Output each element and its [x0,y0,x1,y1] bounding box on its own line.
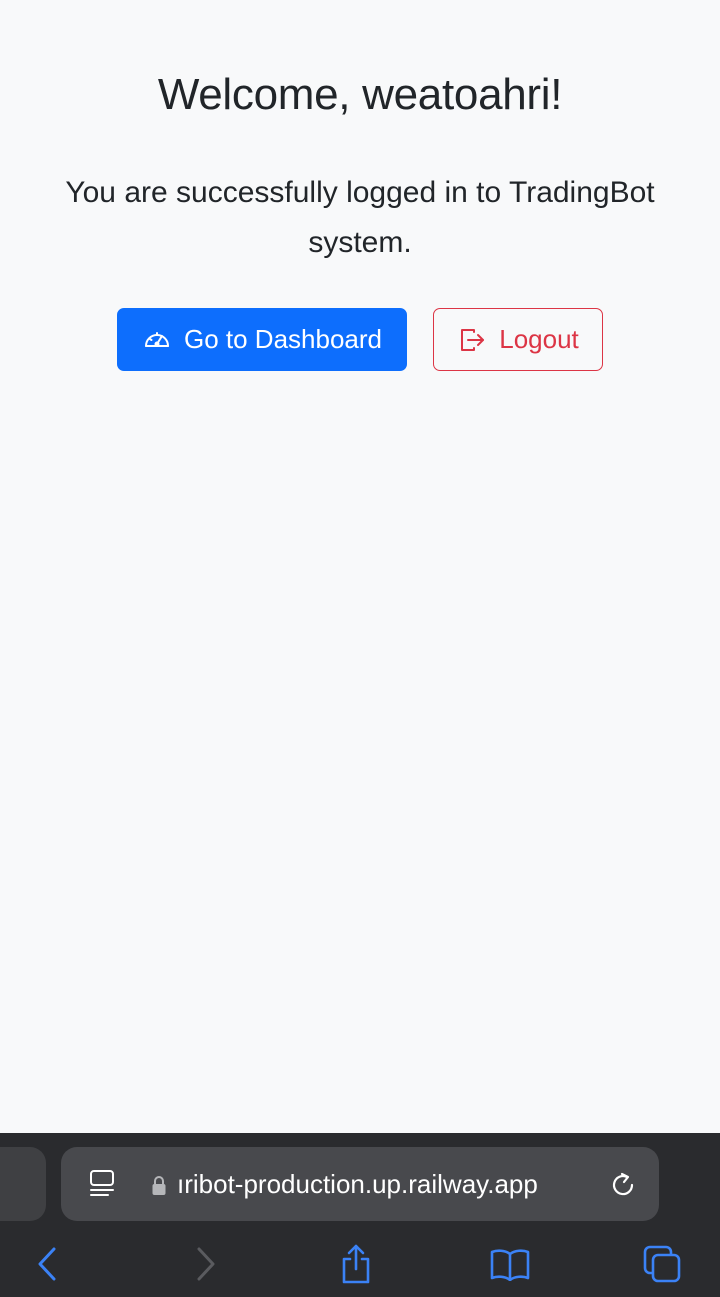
bookmarks-button[interactable] [482,1241,538,1291]
share-icon [338,1243,374,1290]
lock-icon [149,1173,169,1197]
forward-button[interactable] [177,1241,233,1291]
page: Welcome, weatoahri! You are successfully… [0,0,720,1297]
forward-chevron-icon [193,1246,217,1287]
logout-button[interactable]: Logout [433,308,603,371]
logout-button-label: Logout [499,324,579,354]
url-text: ıribot-production.up.railway.app [177,1169,538,1199]
go-to-dashboard-button[interactable]: Go to Dashboard [117,308,407,371]
previous-tab-preview[interactable] [0,1147,46,1221]
page-title: Welcome, weatoahri! [157,70,563,119]
back-chevron-icon [36,1246,60,1287]
browser-toolbar: ıribot-production.up.railway.app [0,1133,720,1297]
tabs-icon [642,1244,682,1289]
reload-icon[interactable] [607,1169,639,1201]
address-bar[interactable]: ıribot-production.up.railway.app [61,1147,659,1221]
dashboard-button-label: Go to Dashboard [183,324,382,354]
tabs-button[interactable] [634,1241,690,1291]
share-button[interactable] [328,1241,384,1291]
back-button[interactable] [20,1241,76,1291]
reader-mode-icon[interactable] [87,1169,117,1199]
welcome-message: You are successfully logged in to Tradin… [65,176,655,259]
speedometer-icon [142,325,172,355]
logout-icon [457,325,487,355]
main-content: Welcome, weatoahri! You are successfully… [0,0,720,1133]
bookmarks-icon [489,1247,531,1286]
